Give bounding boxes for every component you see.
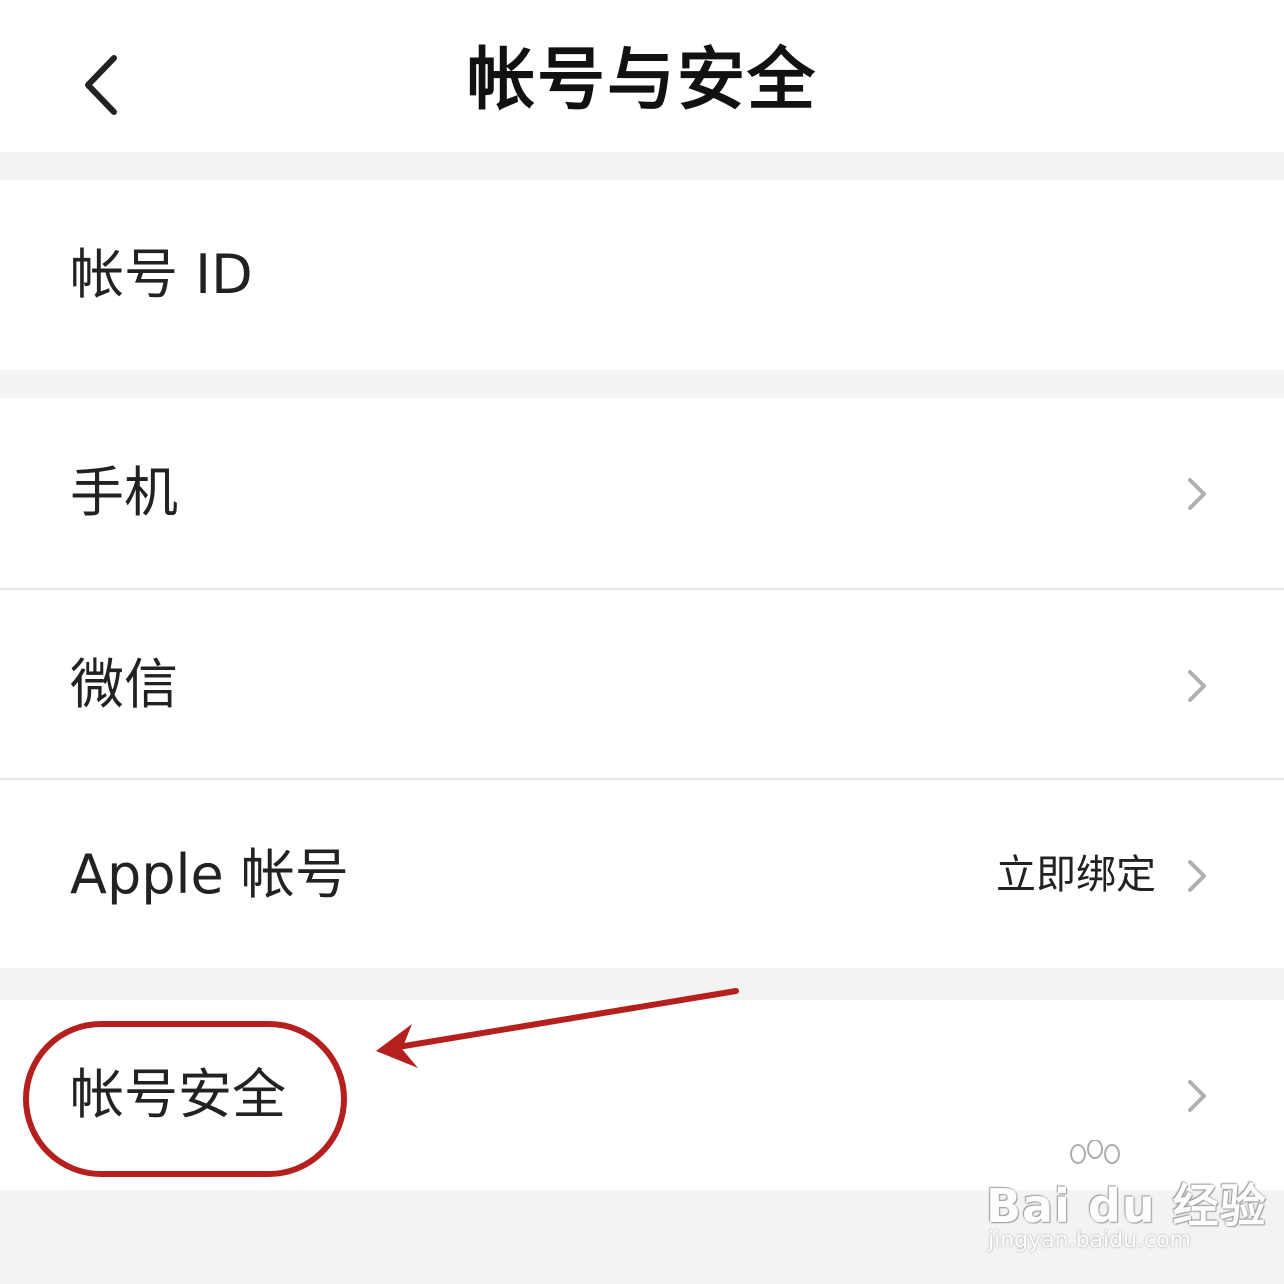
account-id-label: 帐号 ID [70,243,253,306]
phone-row[interactable]: 手机 [0,398,1284,588]
security-group: 帐号安全 [0,1000,1284,1190]
chevron-right-icon [1182,856,1212,896]
page-title: 帐号与安全 [466,40,817,120]
chevron-right-icon [1182,1076,1212,1116]
wechat-row[interactable]: 微信 [0,588,1284,778]
account-id-row: 帐号 ID [0,180,1284,370]
account-security-row[interactable]: 帐号安全 [0,1000,1284,1190]
chevron-right-icon [1182,474,1212,514]
chevron-right-icon [1182,666,1212,706]
wechat-label: 微信 [70,653,178,716]
watermark-url: jingyan.baidu.com [988,1228,1192,1253]
apple-bind-now-value: 立即绑定 [996,852,1156,898]
navigation-bar: 帐号与安全 [0,0,1284,152]
phone-label: 手机 [70,461,178,524]
bindings-group: 手机 微信 Apple 帐号 立即绑定 [0,398,1284,968]
account-security-label: 帐号安全 [70,1063,286,1126]
apple-account-label: Apple 帐号 [70,843,349,906]
account-id-group: 帐号 ID [0,180,1284,370]
apple-account-row[interactable]: Apple 帐号 立即绑定 [0,778,1284,968]
